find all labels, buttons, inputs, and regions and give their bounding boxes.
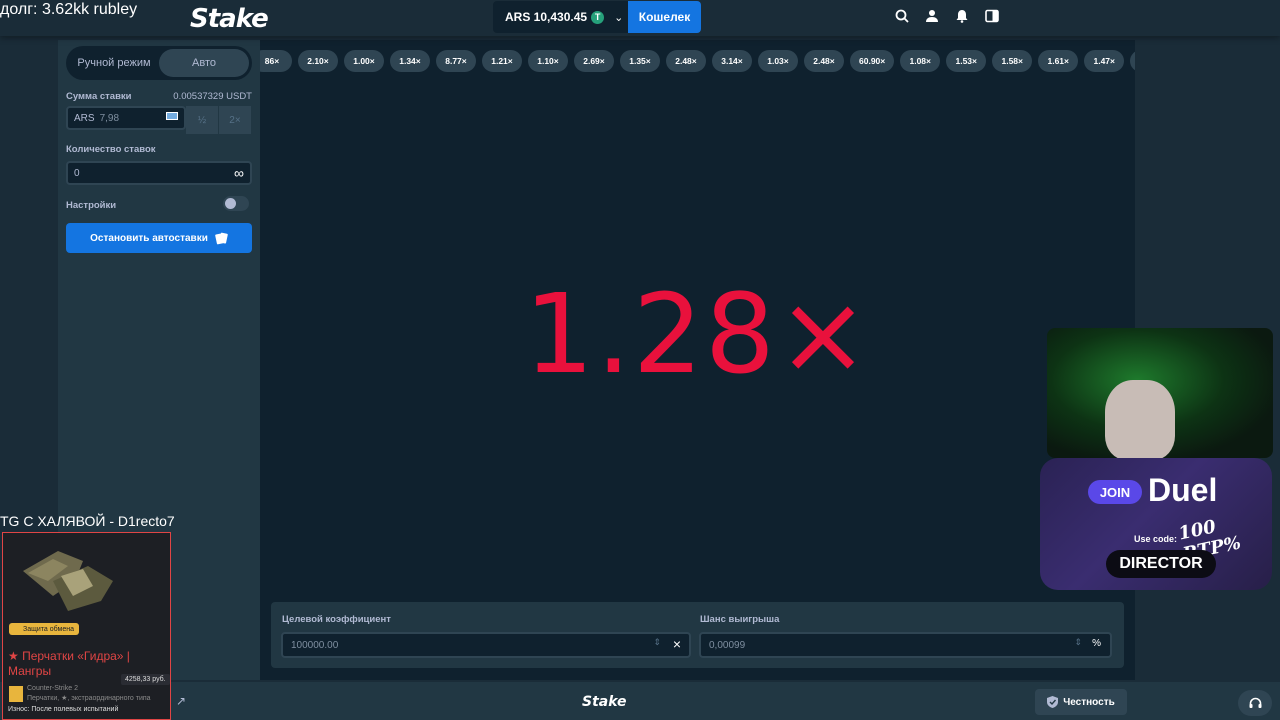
trade-protection-badge: Защита обмена: [9, 623, 79, 635]
history-chip[interactable]: 1.03×: [758, 50, 798, 72]
history-chip[interactable]: 1.53×: [946, 50, 987, 72]
item-game-title: Counter-Strike 2: [27, 685, 78, 692]
bets-count-value: 0: [74, 167, 80, 179]
shield-check-icon: [1047, 696, 1059, 708]
streamer-webcam: [1047, 328, 1273, 458]
external-link-icon[interactable]: ↗: [176, 694, 186, 708]
balance-selector[interactable]: ARS 10,430.45 T ⌄: [493, 1, 628, 33]
game-controls-panel: Целевой коэффициент 100000.00 ⇕ × Шанс в…: [271, 602, 1124, 668]
current-multiplier: 1.28×: [523, 270, 872, 398]
history-chip[interactable]: 1.21×: [482, 50, 522, 72]
target-multiplier-input[interactable]: 100000.00 ⇕ ×: [281, 632, 691, 658]
history-chip[interactable]: 86×: [260, 50, 292, 72]
history-chip[interactable]: 1.58×: [992, 50, 1033, 72]
win-chance-input[interactable]: 0,00099 ⇕ %: [699, 632, 1112, 658]
balance-value: ARS 10,430.45: [505, 10, 588, 24]
user-icon[interactable]: [924, 8, 940, 24]
promo-code: DIRECTOR: [1106, 550, 1216, 578]
stop-autobet-label: Остановить автоставки: [90, 232, 208, 244]
support-headset-icon[interactable]: [1238, 690, 1272, 716]
skin-promo-card: Защита обмена ★ Перчатки «Гидра» | Мангр…: [2, 532, 171, 720]
telegram-overlay-text: TG С ХАЛЯВОЙ - D1recto7: [0, 513, 175, 529]
tab-manual[interactable]: Ручной режим: [69, 49, 159, 77]
bets-count-label: Количество ставок: [66, 144, 156, 155]
bell-icon[interactable]: [954, 8, 970, 24]
cards-icon: [215, 232, 228, 245]
history-chip[interactable]: 1.10×: [528, 50, 568, 72]
duel-logo: Duel: [1148, 472, 1218, 508]
argentina-flag-icon: [166, 112, 178, 120]
bet-amount-usdt: 0.00537329 USDT: [173, 91, 252, 102]
search-icon[interactable]: [894, 8, 910, 24]
item-wear: Износ: После полевых испытаний: [8, 706, 119, 713]
history-chip[interactable]: 3.14×: [712, 50, 752, 72]
stream-debt-overlay: долг: 3.62kk rubley: [0, 1, 138, 18]
bet-currency: ARS: [74, 112, 95, 124]
stake-logo[interactable]: Stake: [190, 4, 269, 34]
fairness-label: Честность: [1063, 696, 1115, 708]
double-bet-button[interactable]: 2×: [219, 106, 251, 134]
game-area: 86× 2.10× 1.00× 1.34× 8.77× 1.21× 1.10× 2.69× 1.…: [260, 40, 1135, 680]
win-chance-value: 0,00099: [709, 639, 746, 651]
history-chip[interactable]: 2.10×: [298, 50, 338, 72]
target-multiplier-label: Целевой коэффициент: [282, 614, 391, 625]
settings-label: Настройки: [66, 200, 117, 211]
item-game: Counter-Strike 2 Перчатки, ★, экстраорди…: [27, 684, 151, 704]
join-badge: JOIN: [1088, 480, 1142, 504]
history-chip[interactable]: 1.35×: [620, 50, 660, 72]
history-chip[interactable]: 1.08×: [900, 50, 941, 72]
header-actions: [894, 8, 1000, 24]
percent-icon: %: [1092, 638, 1101, 649]
history-chip[interactable]: 2.48×: [666, 50, 706, 72]
duel-ad-banner: JOIN Duel 100 RTP% Use code: DIRECTOR: [1040, 458, 1272, 590]
gloves-image: [23, 551, 113, 611]
history-chip[interactable]: 1.61×: [1038, 50, 1079, 72]
bets-count-input[interactable]: 0 ∞: [66, 161, 252, 185]
stop-autobet-button[interactable]: Остановить автоставки: [66, 223, 252, 253]
stepper-icon[interactable]: ⇕: [653, 637, 661, 648]
history-chip[interactable]: 2.48×: [804, 50, 844, 72]
footer-stake-logo: Stake: [582, 694, 627, 710]
bet-amount-input[interactable]: ARS 7,98: [66, 106, 186, 130]
mode-switch: Ручной режим Авто: [66, 46, 252, 80]
use-code-label: Use code:: [1134, 534, 1178, 544]
settings-toggle[interactable]: [223, 196, 249, 211]
bet-value: 7,98: [99, 112, 120, 124]
cs2-icon: [9, 686, 23, 702]
half-bet-button[interactable]: ½: [186, 106, 218, 134]
sidebar-toggle-icon[interactable]: [984, 8, 1000, 24]
history-chip[interactable]: 1.00×: [344, 50, 384, 72]
bet-amount-label: Сумма ставки: [66, 91, 132, 102]
clear-icon[interactable]: ×: [673, 636, 681, 652]
history-chip[interactable]: 60.90×: [850, 50, 895, 72]
tether-coin-icon: T: [591, 10, 605, 24]
tab-auto[interactable]: Авто: [159, 49, 249, 77]
infinity-icon[interactable]: ∞: [234, 165, 244, 181]
history-chip[interactable]: 1.47×: [1084, 50, 1125, 72]
wallet-button[interactable]: Кошелек: [628, 1, 701, 33]
history-chip[interactable]: 8.77×: [436, 50, 476, 72]
history-chip[interactable]: 1.28: [1130, 50, 1135, 72]
win-chance-label: Шанс выигрыша: [700, 614, 780, 625]
chevron-down-icon: ⌄: [614, 11, 624, 24]
item-game-sub: Перчатки, ★, экстраординарного типа: [27, 695, 151, 702]
streamer-head: [1105, 380, 1175, 458]
history-chip[interactable]: 2.69×: [574, 50, 614, 72]
fairness-button[interactable]: Честность: [1035, 689, 1127, 715]
top-bar: Stake ARS 10,430.45 T ⌄ Кошелек: [0, 0, 1280, 36]
item-name: ★ Перчатки «Гидра» | Мангры: [8, 649, 130, 678]
toggle-knob: [225, 198, 236, 209]
footer-bar: ↗ Stake Честность: [0, 682, 1280, 720]
history-chip[interactable]: 1.34×: [390, 50, 430, 72]
stepper-icon[interactable]: ⇕: [1074, 637, 1082, 648]
target-multiplier-value: 100000.00: [291, 639, 339, 651]
multiplier-history: 86× 2.10× 1.00× 1.34× 8.77× 1.21× 1.10× 2.69× 1.…: [260, 50, 1135, 72]
